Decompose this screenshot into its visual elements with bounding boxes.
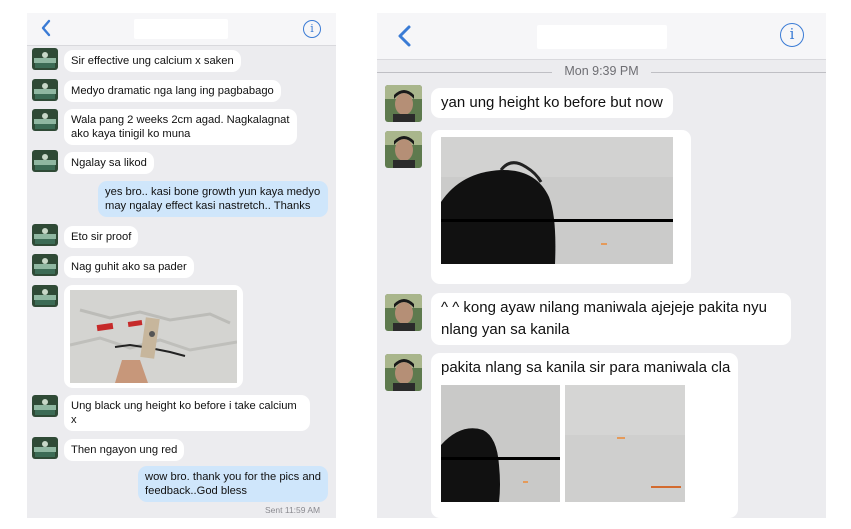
incoming-message[interactable]: Nag guhit ako sa pader xyxy=(64,256,194,278)
avatar[interactable] xyxy=(385,354,422,391)
incoming-message[interactable]: Wala pang 2 weeks 2cm agad. Nagkalagnat … xyxy=(64,109,297,145)
height-photo-image xyxy=(565,385,685,502)
info-icon[interactable]: i xyxy=(303,20,321,38)
incoming-message[interactable]: Ung black ung height ko before i take ca… xyxy=(64,395,310,431)
incoming-message[interactable]: Then ngayon ung red xyxy=(64,439,185,461)
avatar[interactable] xyxy=(32,254,58,276)
delivery-status: Sent 11:59 AM xyxy=(265,505,321,515)
info-icon[interactable]: i xyxy=(780,23,804,47)
height-photo-image xyxy=(441,385,560,502)
avatar[interactable] xyxy=(32,437,58,459)
right-conversation-panel: i Mon 9:39 PM yan ung height ko before b… xyxy=(377,13,826,518)
back-chevron-icon[interactable] xyxy=(395,21,415,51)
left-conversation-panel: i Sir effective ung calcium x saken Medy… xyxy=(27,13,336,518)
avatar[interactable] xyxy=(32,285,58,307)
left-header-bar: i xyxy=(27,13,336,46)
incoming-message[interactable]: Medyo dramatic nga lang ing pagbabago xyxy=(64,80,281,102)
avatar[interactable] xyxy=(385,131,422,168)
incoming-message[interactable]: Sir effective ung calcium x saken xyxy=(64,50,241,72)
incoming-photo-message[interactable]: pakita nlang sa kanila sir para maniwala… xyxy=(431,353,738,518)
incoming-message[interactable]: ^ ^ kong ayaw nilang maniwala ajejeje pa… xyxy=(431,293,791,345)
right-header-bar: i xyxy=(377,13,826,60)
avatar[interactable] xyxy=(385,294,422,331)
avatar[interactable] xyxy=(32,395,58,417)
incoming-message[interactable]: yan ung height ko before but now xyxy=(431,88,673,118)
incoming-message[interactable]: Ngalay sa likod xyxy=(64,152,154,174)
wall-photo-image xyxy=(70,290,237,383)
timestamp-label: Mon 9:39 PM xyxy=(564,64,639,78)
outgoing-message[interactable]: wow bro. thank you for the pics and feed… xyxy=(138,466,328,502)
avatar[interactable] xyxy=(32,109,58,131)
avatar[interactable] xyxy=(32,224,58,246)
avatar[interactable] xyxy=(32,79,58,101)
outgoing-message[interactable]: yes bro.. kasi bone growth yun kaya medy… xyxy=(98,181,328,217)
incoming-photo-message[interactable] xyxy=(431,130,691,284)
avatar[interactable] xyxy=(32,48,58,70)
incoming-message[interactable]: Eto sir proof xyxy=(64,226,139,248)
back-chevron-icon[interactable] xyxy=(39,17,53,39)
message-text: pakita nlang sa kanila sir para maniwala… xyxy=(441,359,731,376)
contact-name-placeholder xyxy=(537,25,667,49)
contact-name-placeholder xyxy=(134,19,228,39)
timestamp-divider: Mon 9:39 PM xyxy=(377,63,826,81)
avatar[interactable] xyxy=(385,85,422,122)
height-photo-image xyxy=(441,137,673,264)
divider-line xyxy=(651,72,826,73)
incoming-photo-message[interactable] xyxy=(64,285,243,388)
avatar[interactable] xyxy=(32,150,58,172)
